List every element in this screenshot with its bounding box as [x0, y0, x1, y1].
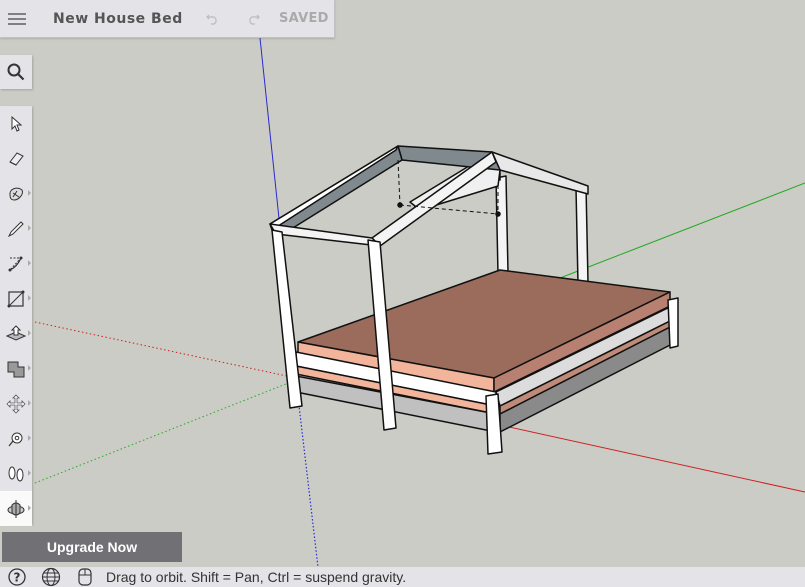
tool-select[interactable]	[0, 106, 32, 141]
menu-button[interactable]	[0, 0, 34, 37]
front-top-rail	[269, 223, 381, 247]
submenu-caret	[28, 330, 31, 336]
tool-paint[interactable]	[0, 176, 32, 211]
globe-icon	[41, 567, 61, 587]
redo-icon	[249, 14, 260, 25]
blue-axis-dotted	[295, 379, 319, 568]
tool-push-pull[interactable]	[0, 316, 32, 351]
top-bar: New House Bed SAVED	[0, 0, 335, 38]
undo-button[interactable]	[193, 13, 233, 25]
green-axis	[559, 182, 805, 279]
mouse-button[interactable]	[68, 568, 102, 586]
tool-rectangle[interactable]	[0, 281, 32, 316]
back-post-corner	[667, 297, 679, 349]
rectangle-icon	[7, 290, 25, 307]
red-axis	[499, 424, 805, 493]
tool-orbit[interactable]	[0, 491, 32, 526]
help-button[interactable]: ?	[0, 568, 34, 586]
paint-icon	[9, 187, 23, 201]
status-text: Drag to orbit. Shift = Pan, Ctrl = suspe…	[106, 569, 407, 585]
submenu-caret	[28, 470, 31, 476]
status-bar: ? Drag to orbit. Shift = Pan, Ctrl = sus…	[0, 567, 805, 587]
guide-point	[397, 202, 403, 208]
submenu-caret	[28, 400, 31, 406]
submenu-caret	[28, 190, 31, 196]
search-icon	[7, 63, 25, 81]
svg-text:?: ?	[14, 571, 21, 585]
green-axis-dotted	[34, 379, 297, 484]
submenu-caret	[28, 365, 31, 371]
upgrade-button[interactable]: Upgrade Now	[2, 532, 182, 562]
offset-icon	[7, 361, 25, 377]
3d-viewport[interactable]	[0, 0, 805, 587]
orbit-icon	[7, 499, 25, 518]
guide-point	[495, 211, 501, 217]
front-post-left	[271, 229, 303, 409]
help-icon: ?	[8, 568, 26, 586]
tool-walk[interactable]	[0, 456, 32, 491]
mouse-icon	[78, 568, 92, 586]
tool-palette	[0, 106, 32, 526]
tool-eraser[interactable]	[0, 141, 32, 176]
submenu-caret	[28, 295, 31, 301]
submenu-caret	[28, 435, 31, 441]
redo-button[interactable]	[233, 13, 273, 25]
document-title[interactable]: New House Bed	[53, 11, 193, 27]
footprints-icon	[8, 466, 24, 481]
back-post-mid	[495, 175, 509, 275]
tool-pencil[interactable]	[0, 211, 32, 246]
globe-button[interactable]	[34, 567, 68, 587]
submenu-caret	[28, 505, 31, 511]
red-axis-dotted	[34, 321, 297, 379]
roof-left-top	[269, 145, 399, 231]
submenu-caret	[28, 260, 31, 266]
tool-offset[interactable]	[0, 351, 32, 386]
arc-icon	[8, 256, 23, 271]
bed-model[interactable]	[269, 145, 679, 455]
undo-icon	[206, 14, 217, 25]
tool-move[interactable]	[0, 386, 32, 421]
push-pull-icon	[6, 324, 26, 341]
search-button[interactable]	[0, 55, 32, 89]
hamburger-icon	[8, 12, 26, 25]
submenu-caret	[28, 225, 31, 231]
tape-measure-icon	[8, 432, 23, 446]
move-icon	[6, 393, 26, 414]
tool-arc[interactable]	[0, 246, 32, 281]
pencil-icon	[7, 220, 24, 237]
eraser-icon	[9, 151, 24, 166]
back-post-right	[575, 185, 589, 285]
save-status: SAVED	[279, 11, 329, 26]
tool-tape-measure[interactable]	[0, 421, 32, 456]
arrow-cursor-icon	[11, 115, 23, 132]
